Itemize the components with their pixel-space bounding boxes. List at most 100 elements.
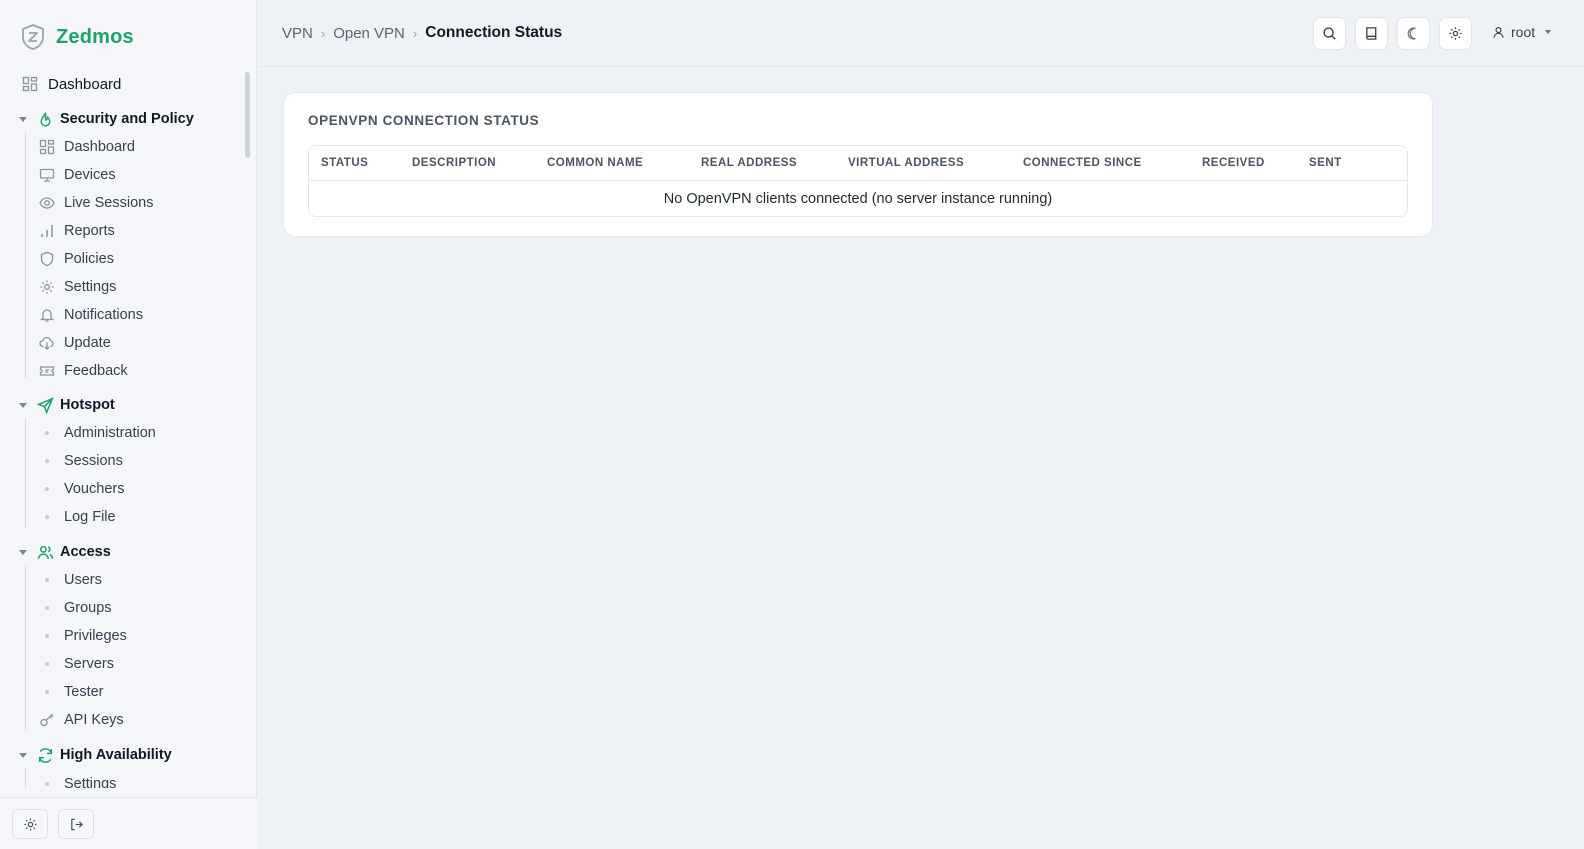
sidebar-item-label: Policies [64, 251, 114, 267]
bullet-icon [39, 515, 55, 519]
col-description[interactable]: DESCRIPTION [412, 157, 496, 169]
sidebar-item-dashboard[interactable]: Dashboard [22, 72, 121, 96]
sidebar-nav[interactable]: Dashboard Security and Policy Dashboard … [0, 70, 257, 788]
footer-settings-button[interactable] [12, 809, 48, 839]
sidebar-item-label: Settings [64, 279, 117, 295]
monitor-icon [39, 167, 55, 183]
bullet-icon [39, 662, 55, 666]
sidebar-item-update[interactable]: Update [39, 331, 111, 355]
brand[interactable]: Zedmos [20, 22, 134, 52]
tree-line [25, 418, 26, 528]
sidebar-item-label: Sessions [64, 453, 123, 469]
ticket-icon [39, 363, 55, 379]
sidebar-item-privileges[interactable]: Privileges [39, 624, 127, 648]
sidebar-item-label: Servers [64, 656, 114, 672]
cloud-download-icon [39, 335, 55, 351]
bullet-icon [39, 578, 55, 582]
sidebar-item-administration[interactable]: Administration [39, 421, 156, 445]
sidebar-item-servers[interactable]: Servers [39, 652, 114, 676]
tree-line [25, 768, 26, 788]
users-icon [36, 543, 54, 561]
bullet-icon [39, 487, 55, 491]
sidebar-group-security-and-policy[interactable]: Security and Policy [19, 107, 194, 131]
docs-button[interactable] [1355, 17, 1388, 50]
col-common-name[interactable]: COMMON NAME [547, 157, 643, 169]
logout-button[interactable] [58, 809, 94, 839]
table-header: STATUS DESCRIPTION COMMON NAME REAL ADDR… [309, 146, 1407, 181]
caret-down-icon [19, 116, 27, 122]
sidebar-item-log-file[interactable]: Log File [39, 505, 116, 529]
header-settings-button[interactable] [1439, 17, 1472, 50]
caret-down-icon [19, 752, 27, 758]
sidebar-item-live-sessions[interactable]: Live Sessions [39, 191, 153, 215]
breadcrumb-open-vpn[interactable]: Open VPN [333, 25, 405, 42]
sidebar-item-label: Log File [64, 509, 116, 525]
empty-message: No OpenVPN clients connected (no server … [663, 190, 1053, 207]
sidebar-item-label: Reports [64, 223, 115, 239]
bullet-icon [39, 690, 55, 694]
col-real-address[interactable]: REAL ADDRESS [701, 157, 797, 169]
sidebar-item-label: Privileges [64, 628, 127, 644]
theme-toggle-button[interactable] [1397, 17, 1430, 50]
moon-icon [1407, 27, 1416, 40]
bullet-icon [39, 782, 55, 786]
col-virtual-address[interactable]: VIRTUAL ADDRESS [848, 157, 964, 169]
bullet-icon [39, 606, 55, 610]
sidebar-item-label: Live Sessions [64, 195, 154, 211]
sidebar-item-api-keys[interactable]: API Keys [39, 708, 124, 732]
sidebar-group-high-availability[interactable]: High Availability [19, 743, 172, 767]
top-header: VPN › Open VPN › Connection Status root [258, 0, 1584, 67]
sidebar: Zedmos Dashboard Security and Policy Das… [0, 0, 257, 849]
caret-down-icon [19, 402, 27, 408]
connection-status-card: OPENVPN CONNECTION STATUS STATUS DESCRIP… [283, 92, 1433, 237]
sidebar-item-notifications[interactable]: Notifications [39, 303, 143, 327]
sidebar-scrollbar[interactable] [245, 72, 250, 158]
sidebar-item-users[interactable]: Users [39, 568, 102, 592]
sidebar-item-policies[interactable]: Policies [39, 247, 114, 271]
sidebar-item-label: Dashboard [48, 75, 122, 93]
sidebar-item-sp-dashboard[interactable]: Dashboard [39, 135, 135, 159]
gear-icon [1449, 27, 1462, 40]
sidebar-item-settings[interactable]: Settings [39, 275, 116, 299]
sidebar-item-label: Devices [64, 167, 116, 183]
sidebar-item-vouchers[interactable]: Vouchers [39, 477, 124, 501]
send-icon [36, 396, 54, 414]
sidebar-item-label: Users [64, 572, 102, 588]
col-sent[interactable]: SENT [1309, 157, 1342, 169]
grid-icon [39, 139, 55, 155]
sidebar-group-label: Hotspot [60, 397, 115, 413]
bar-chart-icon [39, 223, 55, 239]
user-menu[interactable]: root [1492, 24, 1552, 40]
sidebar-item-devices[interactable]: Devices [39, 163, 116, 187]
breadcrumb-vpn[interactable]: VPN [282, 25, 313, 42]
bullet-icon [39, 634, 55, 638]
sidebar-group-access[interactable]: Access [19, 540, 111, 564]
search-button[interactable] [1313, 17, 1346, 50]
chevron-right-icon: › [412, 25, 418, 41]
sidebar-item-label: Tester [64, 684, 104, 700]
bell-icon [39, 307, 55, 323]
caret-down-icon [19, 549, 27, 555]
refresh-icon [36, 746, 54, 764]
gear-icon [23, 817, 37, 831]
sidebar-item-ha-settings[interactable]: Settings [39, 772, 116, 788]
user-icon [1493, 26, 1504, 38]
sidebar-item-label: Feedback [64, 363, 128, 379]
sidebar-item-label: Administration [64, 425, 156, 441]
logout-icon [70, 818, 83, 830]
sidebar-item-reports[interactable]: Reports [39, 219, 115, 243]
sidebar-item-feedback[interactable]: Feedback [39, 359, 128, 383]
sidebar-group-hotspot[interactable]: Hotspot [19, 393, 115, 417]
sidebar-item-tester[interactable]: Tester [39, 680, 104, 704]
gear-icon [39, 279, 55, 295]
col-connected-since[interactable]: CONNECTED SINCE [1023, 157, 1142, 169]
sidebar-item-sessions[interactable]: Sessions [39, 449, 123, 473]
col-received[interactable]: RECEIVED [1202, 157, 1265, 169]
key-icon [39, 712, 55, 728]
col-status[interactable]: STATUS [321, 157, 368, 169]
sidebar-item-label: Notifications [64, 307, 143, 323]
sidebar-item-label: Update [64, 335, 111, 351]
sidebar-item-label: Settings [64, 776, 117, 788]
caret-down-icon [1545, 30, 1552, 34]
sidebar-item-groups[interactable]: Groups [39, 596, 112, 620]
